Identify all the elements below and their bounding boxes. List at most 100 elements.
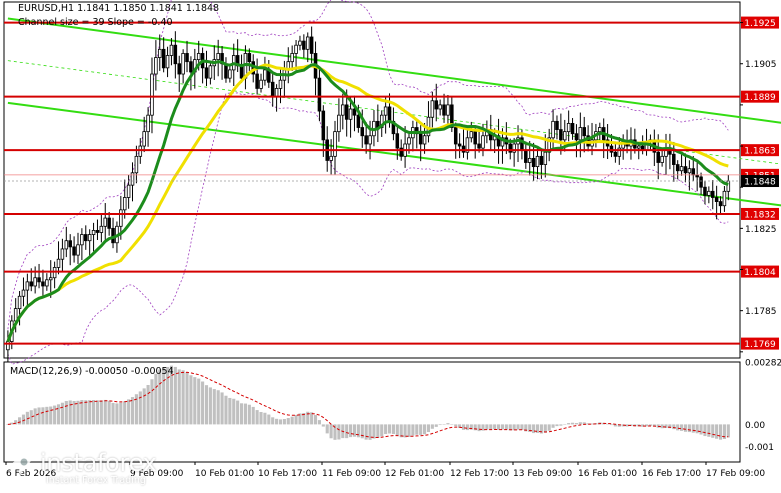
macd-histogram-bar: [95, 400, 100, 425]
macd-histogram-bar: [395, 424, 399, 436]
ohlc-label: EURUSD,H1 1.1841 1.1850 1.1841 1.1848: [18, 3, 220, 14]
candle-body: [710, 190, 715, 198]
level-tag-label: 1.1769: [744, 340, 776, 350]
macd-histogram-bar: [578, 422, 582, 425]
macd-histogram-bar: [64, 400, 68, 425]
candle-body: [329, 155, 333, 161]
candle-body: [80, 234, 84, 246]
macd-histogram-bar: [380, 424, 384, 437]
candle-body: [91, 230, 96, 235]
candle-body: [356, 114, 361, 128]
candle-body: [309, 36, 314, 54]
candle-body: [559, 129, 563, 141]
candle-body: [173, 44, 178, 65]
macd-histogram-bar: [411, 424, 415, 436]
macd-histogram-bar: [450, 424, 454, 425]
macd-histogram-bar: [570, 422, 575, 425]
candle-body: [446, 104, 450, 116]
macd-y-tick-label: -0.001: [745, 443, 774, 453]
candle-body: [566, 123, 571, 133]
macd-histogram-bar: [325, 424, 329, 434]
macd-histogram-bar: [372, 424, 376, 439]
macd-histogram-bar: [267, 414, 271, 425]
candle-body: [270, 81, 275, 98]
candle-body: [461, 145, 466, 153]
candle-body: [56, 258, 61, 268]
candle-body: [613, 151, 618, 157]
candle-body: [442, 104, 446, 116]
macd-histogram-bar: [547, 424, 551, 431]
candle-body: [407, 137, 411, 145]
candle-body: [453, 127, 458, 145]
macd-histogram-bar: [111, 402, 115, 425]
x-tick-label: 12 Feb 01:00: [385, 469, 444, 479]
candle-body: [656, 151, 660, 163]
macd-histogram-bar: [317, 420, 321, 425]
candle-body: [383, 106, 388, 116]
macd-histogram-bar: [239, 403, 244, 425]
macd-histogram-bar: [193, 377, 197, 425]
x-tick-label: 10 Feb 17:00: [258, 469, 317, 479]
candle-body: [699, 176, 703, 188]
macd-histogram-bar: [138, 391, 142, 425]
macd-histogram-bar: [49, 406, 53, 425]
macd-histogram-bar: [680, 424, 684, 431]
macd-histogram-bar: [263, 412, 267, 425]
candle-body: [181, 53, 185, 75]
candle-body: [274, 88, 279, 98]
candle-body: [387, 106, 392, 122]
candle-body: [126, 184, 131, 198]
candle-body: [17, 295, 22, 310]
candle-body: [481, 135, 485, 149]
macd-histogram-bar: [711, 424, 715, 438]
candle-body: [672, 153, 676, 165]
candle-body: [337, 114, 341, 133]
macd-histogram-bar: [399, 424, 403, 438]
y-tick-label: 1.1825: [745, 225, 777, 235]
candle-body: [344, 104, 349, 120]
macd-histogram-bar: [555, 424, 559, 427]
macd-histogram-bar: [212, 389, 216, 425]
candle-body: [72, 246, 76, 256]
macd-histogram-bar: [127, 399, 131, 425]
candle-body: [714, 197, 719, 203]
candle-body: [457, 143, 462, 147]
macd-histogram-bar: [551, 424, 555, 428]
macd-histogram-bar: [465, 424, 469, 431]
macd-histogram-bar: [286, 418, 290, 425]
candle-body: [570, 123, 575, 135]
macd-histogram-bar: [609, 424, 614, 426]
macd-histogram-bar: [442, 424, 446, 425]
y-tick-label: 1.1785: [745, 307, 777, 317]
candle-body: [255, 73, 259, 89]
macd-histogram-bar: [103, 399, 107, 425]
macd-histogram-bar: [454, 424, 458, 427]
candle-body: [68, 240, 72, 248]
macd-histogram-bar: [236, 400, 240, 425]
candle-body: [64, 240, 69, 250]
macd-histogram-bar: [88, 400, 92, 425]
macd-histogram-bar: [477, 424, 481, 432]
current-price-tag-label: 1.1848: [744, 178, 776, 188]
channel-info-label: Channel size = 39 Slope = -0.40: [18, 17, 173, 28]
macd-histogram-bar: [115, 403, 119, 425]
candle-body: [294, 44, 298, 54]
candle-body: [683, 166, 688, 174]
macd-histogram-bar: [703, 424, 707, 437]
macd-histogram-bar: [695, 424, 699, 434]
chart-svg: 1.1925 1.1889 1.1863 1.1832 1.1804 1.1769 1.18…: [0, 0, 781, 489]
candle-body: [247, 53, 252, 63]
macd-histogram-bar: [204, 385, 209, 425]
macd-histogram-bar: [493, 424, 497, 430]
macd-histogram-bar: [80, 400, 84, 425]
candle-body: [208, 65, 213, 79]
macd-histogram-bar: [92, 399, 96, 425]
macd-histogram-bar: [715, 424, 719, 439]
macd-histogram-bar: [485, 424, 489, 430]
macd-histogram-bar: [150, 379, 154, 425]
x-tick-label: 13 Feb 09:00: [513, 469, 572, 479]
candle-body: [25, 281, 30, 291]
candle-body: [562, 131, 567, 141]
macd-histogram-bar: [259, 411, 263, 425]
macd-label: MACD(12,26,9) -0.00050 -0.00054: [10, 366, 174, 377]
